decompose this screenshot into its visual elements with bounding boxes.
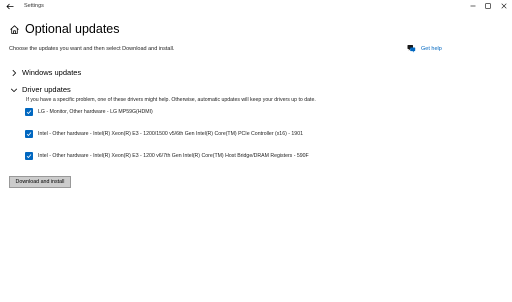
driver-item[interactable]: LG - Monitor, Other hardware - LG MP59G(… — [25, 108, 153, 116]
driver-label: Intel - Other hardware - Intel(R) Xeon(R… — [38, 131, 303, 137]
maximize-button[interactable] — [482, 1, 494, 11]
driver-item[interactable]: Intel - Other hardware - Intel(R) Xeon(R… — [25, 152, 309, 160]
driver-checkbox[interactable] — [25, 152, 33, 160]
window-title: Settings — [24, 3, 44, 9]
title-bar: Settings — [0, 0, 512, 13]
checkmark-icon — [26, 154, 32, 159]
maximize-icon — [485, 3, 491, 9]
close-button[interactable] — [498, 1, 510, 11]
download-and-install-button[interactable]: Download and install — [9, 176, 71, 188]
page-title: Optional updates — [25, 22, 120, 36]
home-icon[interactable] — [9, 24, 20, 35]
checkmark-icon — [26, 132, 32, 137]
driver-label: Intel - Other hardware - Intel(R) Xeon(R… — [38, 153, 309, 159]
chevron-right-icon — [12, 69, 17, 77]
driver-checkbox[interactable] — [25, 130, 33, 138]
minimize-button[interactable] — [467, 1, 479, 11]
driver-updates-label: Driver updates — [22, 85, 71, 94]
driver-updates-expander[interactable]: Driver updates — [10, 85, 71, 95]
windows-updates-expander[interactable]: Windows updates — [10, 68, 81, 78]
close-icon — [501, 3, 507, 9]
driver-label: LG - Monitor, Other hardware - LG MP59G(… — [38, 109, 153, 115]
help-chat-icon[interactable] — [407, 44, 416, 53]
back-button[interactable] — [4, 1, 16, 11]
windows-updates-label: Windows updates — [22, 68, 82, 77]
driver-checkbox[interactable] — [25, 108, 33, 116]
chevron-down-icon — [10, 88, 18, 93]
arrow-left-icon — [6, 3, 14, 9]
driver-updates-description: If you have a specific problem, one of t… — [26, 97, 316, 103]
minimize-icon — [470, 5, 476, 7]
checkmark-icon — [26, 110, 32, 115]
get-help-link[interactable]: Get help — [421, 46, 442, 53]
page-subtitle: Choose the updates you want and then sel… — [9, 46, 175, 52]
driver-item[interactable]: Intel - Other hardware - Intel(R) Xeon(R… — [25, 130, 303, 138]
